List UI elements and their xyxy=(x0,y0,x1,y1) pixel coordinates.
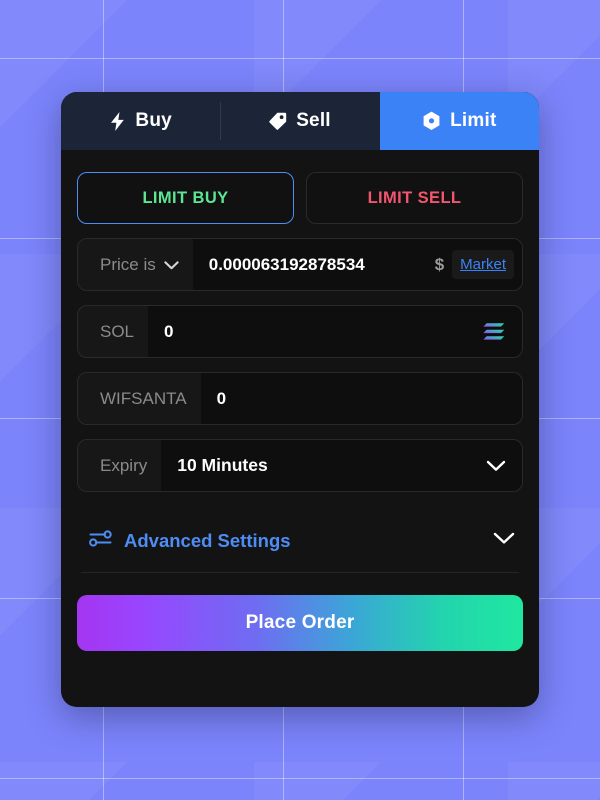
pay-amount-input[interactable]: 0 xyxy=(164,322,474,342)
chevron-down-icon xyxy=(164,255,179,275)
expiry-select[interactable]: 10 Minutes xyxy=(161,440,522,491)
order-form: LIMIT BUY LIMIT SELL Price is 0.00006319… xyxy=(61,150,539,707)
pay-value-area: 0 xyxy=(148,306,522,357)
solana-logo-icon xyxy=(482,322,514,341)
tab-limit-label: Limit xyxy=(450,110,497,131)
limit-buy-button[interactable]: LIMIT BUY xyxy=(77,172,294,224)
price-value-area: 0.000063192878534 $ Market xyxy=(192,239,522,290)
side-selector: LIMIT BUY LIMIT SELL xyxy=(77,172,523,224)
advanced-settings-label: Advanced Settings xyxy=(124,530,291,551)
price-tag-icon xyxy=(269,112,287,130)
limit-buy-label: LIMIT BUY xyxy=(142,188,229,207)
sliders-icon xyxy=(89,530,112,552)
order-type-tabs: Buy Sell Limit xyxy=(61,92,539,150)
advanced-settings-toggle[interactable]: Advanced Settings xyxy=(77,514,523,568)
receive-amount-input[interactable]: 0 xyxy=(217,389,514,409)
expiry-label: Expiry xyxy=(100,455,148,475)
expiry-value: 10 Minutes xyxy=(177,455,268,475)
limit-order-card: Buy Sell Limit LIMIT BUY LIMIT SELL Pric… xyxy=(61,92,539,707)
market-price-link[interactable]: Market xyxy=(452,250,514,279)
price-input[interactable]: 0.000063192878534 xyxy=(209,255,427,275)
tab-sell[interactable]: Sell xyxy=(220,92,379,150)
pay-amount-row: SOL 0 xyxy=(77,305,523,358)
expiry-row: Expiry 10 Minutes xyxy=(77,439,523,492)
place-order-button[interactable]: Place Order xyxy=(77,595,523,651)
receive-token-label: WIFSANTA xyxy=(100,388,187,408)
tab-buy[interactable]: Buy xyxy=(61,92,220,150)
limit-sell-label: LIMIT SELL xyxy=(367,188,462,207)
tab-sell-label: Sell xyxy=(296,110,331,131)
price-condition-dropdown[interactable]: Price is xyxy=(78,239,193,290)
chevron-down-icon xyxy=(486,460,514,472)
price-row: Price is 0.000063192878534 $ Market xyxy=(77,238,523,291)
receive-amount-row: WIFSANTA 0 xyxy=(77,372,523,425)
price-condition-label: Price is xyxy=(100,254,156,274)
lightning-bolt-icon xyxy=(109,111,126,131)
limit-sell-button[interactable]: LIMIT SELL xyxy=(306,172,523,224)
submit-area: Place Order xyxy=(77,573,523,651)
receive-value-area: 0 xyxy=(200,373,522,424)
price-currency-symbol: $ xyxy=(434,254,445,274)
tab-buy-label: Buy xyxy=(135,110,172,131)
pay-token-label: SOL xyxy=(100,321,135,341)
tab-limit[interactable]: Limit xyxy=(379,92,539,150)
chevron-down-icon xyxy=(493,532,515,550)
hexagon-gear-icon xyxy=(422,111,441,131)
